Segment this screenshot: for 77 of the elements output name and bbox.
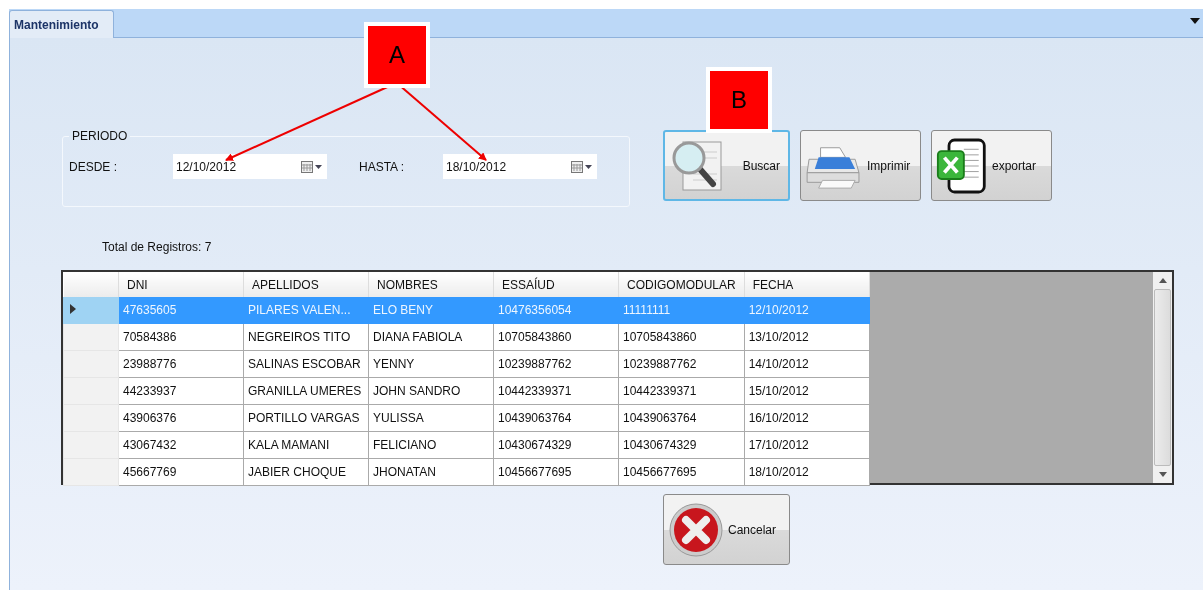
column-header[interactable]: APELLIDOS [243, 272, 369, 297]
current-row-icon [70, 304, 76, 314]
table-cell: 12/10/2012 [744, 297, 870, 324]
table-cell: DIANA FABIOLA [368, 323, 494, 351]
table-cell: YULISSA [368, 404, 494, 432]
table-cell: 18/10/2012 [744, 458, 870, 486]
table-cell: 10705843860 [493, 323, 619, 351]
table-cell: PORTILLO VARGAS [243, 404, 369, 432]
table-cell: 45667769 [118, 458, 244, 486]
export-button[interactable]: exportar [931, 130, 1052, 201]
row-header[interactable] [63, 431, 119, 459]
tab[interactable]: Mantenimiento [9, 10, 114, 38]
dropdown-icon[interactable] [1190, 18, 1200, 24]
calendar-icon[interactable] [301, 159, 323, 174]
column-header[interactable]: NOMBRES [368, 272, 494, 297]
table-cell: 13/10/2012 [744, 323, 870, 351]
table-cell: KALA MAMANI [243, 431, 369, 459]
table-cell: 10456677695 [493, 458, 619, 486]
table-cell: ELO BENY [368, 297, 494, 324]
table-cell: 11111111 [618, 297, 745, 324]
table-cell: 16/10/2012 [744, 404, 870, 432]
column-header[interactable]: FECHA [744, 272, 870, 297]
to-label: HASTA : [359, 159, 406, 174]
table-cell: 10430674329 [493, 431, 619, 459]
scrollbar[interactable] [1153, 272, 1172, 483]
date-field[interactable]: 12/10/2012 [173, 154, 327, 179]
table-cell: 10439063764 [493, 404, 619, 432]
row-header[interactable] [63, 404, 119, 432]
table-cell: 10239887762 [618, 350, 745, 378]
group-title: PERIODO [71, 129, 129, 143]
table-cell: 43067432 [118, 431, 244, 459]
spreadsheet-icon [936, 136, 988, 195]
table-cell: 44233937 [118, 377, 244, 405]
table-cell: 10442339371 [618, 377, 745, 405]
table-cell: 10439063764 [618, 404, 745, 432]
table-cell: GRANILLA UMERES [243, 377, 369, 405]
column-header[interactable]: ESSAÍUD [493, 272, 619, 297]
table-cell: PILARES VALEN... [243, 297, 369, 324]
table-cell: JOHN SANDRO [368, 377, 494, 405]
annotation-label: B [706, 67, 772, 133]
print-button[interactable]: Imprimir [800, 130, 921, 201]
table-cell: JABIER CHOQUE [243, 458, 369, 486]
table-cell: 17/10/2012 [744, 431, 870, 459]
cancel-button[interactable]: Cancelar [663, 494, 790, 565]
scroll-down-icon[interactable] [1158, 472, 1167, 477]
table-cell: FELICIANO [368, 431, 494, 459]
table-cell: 43906376 [118, 404, 244, 432]
table-cell: NEGREIROS TITO [243, 323, 369, 351]
date-field[interactable]: 18/10/2012 [443, 154, 597, 179]
table-cell: 47635605 [118, 297, 244, 324]
table-cell: 10456677695 [618, 458, 745, 486]
row-header[interactable] [63, 297, 119, 324]
table-cell: YENNY [368, 350, 494, 378]
from-label: DESDE : [69, 159, 118, 174]
search-button[interactable]: Buscar [663, 130, 790, 201]
table-cell: 15/10/2012 [744, 377, 870, 405]
scroll-up-icon[interactable] [1158, 278, 1167, 283]
table-cell: 10476356054 [493, 297, 619, 324]
table-cell: 70584386 [118, 323, 244, 351]
table-cell: 10430674329 [618, 431, 745, 459]
column-header[interactable]: CODIGOMODULAR [618, 272, 745, 297]
record-count: Total de Registros: 7 [102, 240, 213, 254]
annotation-label: A [364, 22, 430, 88]
table-cell: 10442339371 [493, 377, 619, 405]
row-header[interactable] [63, 323, 119, 351]
table-cell: SALINAS ESCOBAR [243, 350, 369, 378]
calendar-icon[interactable] [571, 159, 593, 174]
table-cell: JHONATAN [368, 458, 494, 486]
table-cell: 23988776 [118, 350, 244, 378]
row-header[interactable] [63, 377, 119, 405]
column-header[interactable]: DNI [118, 272, 244, 297]
table-cell: 10705843860 [618, 323, 745, 351]
table-cell: 14/10/2012 [744, 350, 870, 378]
table-cell: 10239887762 [493, 350, 619, 378]
row-header[interactable] [63, 458, 119, 486]
error-icon [668, 501, 724, 558]
row-header[interactable] [63, 350, 119, 378]
